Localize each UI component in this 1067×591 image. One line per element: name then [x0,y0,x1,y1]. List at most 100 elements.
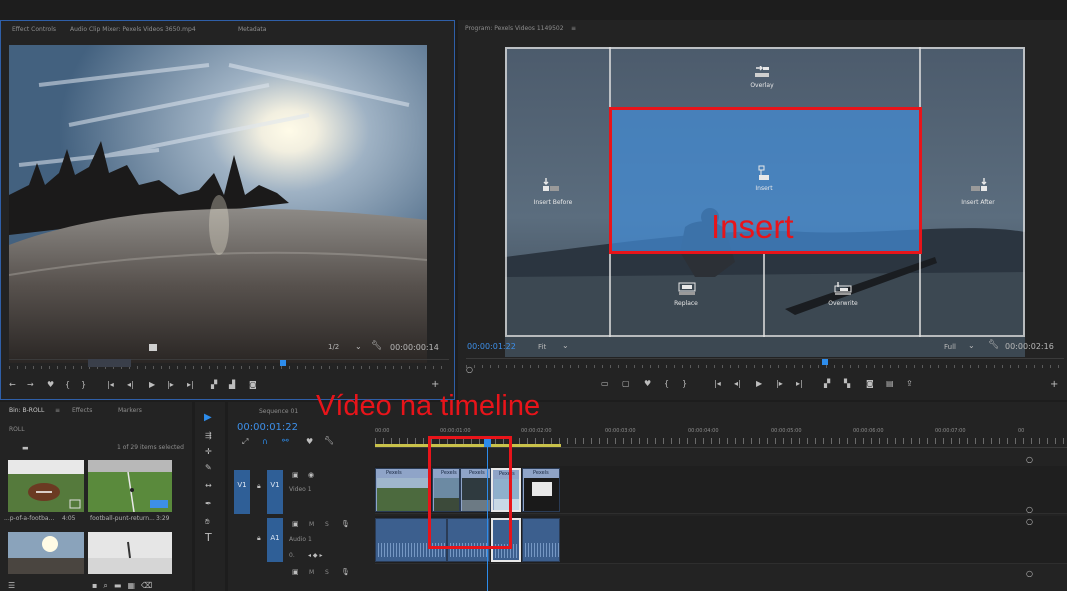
ripple-edit-tool-icon[interactable]: ✛ [205,448,212,456]
compare-view-icon[interactable]: ▤ [886,380,894,388]
play-icon[interactable]: ▶ [149,381,155,389]
mark-in-icon[interactable]: ← [9,381,16,389]
tab-audio-clip-mixer[interactable]: Audio Clip Mixer: Pexels Videos 3650.mp4 [70,26,196,33]
program-marker-icon[interactable]: ♥ [644,380,651,388]
a1-keyframe-icon[interactable]: ◂ ◆ ▸ [308,552,322,560]
camera-icon[interactable]: ◙ [249,381,257,389]
nest-icon[interactable]: ⤢ [242,438,248,446]
timeline-marker-icon[interactable]: ♥ [306,438,313,446]
tab-metadata[interactable]: Metadata [238,26,266,33]
v1-eye-icon[interactable]: ◉ [308,471,314,479]
share-icon[interactable]: ⇪ [906,380,913,388]
safe-margins-icon[interactable]: ▭ [601,380,609,388]
program-go-out-icon[interactable]: ▸| [796,380,803,388]
thumbnail-sunset-snow[interactable] [8,532,84,574]
wrench-icon[interactable]: 🔧︎ [371,342,382,351]
insert-icon[interactable]: ▞ [211,381,217,389]
timeline-timecode[interactable]: 00:00:01:22 [237,422,298,433]
program-title[interactable]: Program: Pexels Videos 1149502 [465,25,564,32]
slip-tool-icon[interactable]: ↔ [205,482,212,490]
pen-tool-icon[interactable]: ✒ [205,500,212,508]
add-marker-icon[interactable]: ♥ [47,381,54,389]
a1-solo[interactable]: S [325,521,329,528]
chevron-down-icon[interactable]: ⌄ [355,343,362,351]
step-back-icon[interactable]: ◂| [127,381,134,389]
timeline-scroll-nub-2[interactable]: ○ [1026,506,1033,514]
a1-mute[interactable]: M [309,521,314,528]
track-target-v1[interactable]: V1 [234,470,250,514]
v1-toggle-output-icon[interactable]: ▣ [292,471,299,479]
bin-menu-icon[interactable]: ≡ [55,407,60,414]
program-add-button-icon[interactable]: + [1050,380,1058,390]
list-view-icon[interactable]: ☰ [8,582,15,590]
snap-icon[interactable]: ∩ [262,438,268,446]
go-to-out-icon[interactable]: } [81,381,86,389]
source-fraction[interactable]: 1/2 [328,343,339,351]
source-mini-timeline[interactable] [9,359,449,369]
add-button-icon[interactable]: + [431,380,439,390]
a1-toggle-icon[interactable]: ▣ [292,520,299,528]
settings-square-icon[interactable] [149,344,157,351]
program-go-in-icon[interactable]: |◂ [714,380,721,388]
thumbnail-football-field[interactable] [88,460,172,512]
tab-markers[interactable]: Markers [118,407,142,414]
program-wrench-icon[interactable]: 🔧︎ [988,341,999,350]
source-in-out-range[interactable] [88,359,131,367]
go-to-in-icon[interactable]: { [65,381,70,389]
a1-volume[interactable]: 0. [289,552,295,559]
timeline-scroll-nub-3[interactable]: ○ [1026,518,1033,526]
track-label-a1[interactable]: A1 [267,518,283,562]
program-step-forward-icon[interactable]: |▸ [776,380,783,388]
program-playhead[interactable] [822,359,828,365]
program-step-back-icon[interactable]: ◂| [734,380,741,388]
program-zoom-handle-icon[interactable]: ○ [466,366,473,374]
quality-select[interactable]: Full [944,343,956,351]
video-clip-5[interactable]: Pexels [522,468,560,512]
razor-tool-icon[interactable]: ✎ [205,464,212,472]
track-select-tool-icon[interactable]: ⇶ [205,432,212,440]
program-mini-timeline[interactable] [466,358,1064,368]
track-label-v1[interactable]: V1 [267,470,283,514]
a1-mic-icon[interactable]: 🎙︎ [341,520,350,528]
a2-toggle-icon[interactable]: ▣ [292,568,299,576]
program-menu-icon[interactable]: ≡ [571,25,576,32]
export-frame-icon[interactable]: ◙ [866,380,874,388]
lift-icon[interactable]: ▞ [824,380,830,388]
quality-chevron-icon[interactable]: ⌄ [968,342,975,350]
hand-tool-icon[interactable]: ✋︎ [205,518,210,526]
timeline-settings-icon[interactable]: 🔧︎ [324,437,334,445]
thumbnail-surfer[interactable] [88,532,172,574]
video-clip-1[interactable]: Pexels [375,468,431,512]
tab-sequence-01[interactable]: Sequence 01 [259,408,298,415]
tab-effect-controls[interactable]: Effect Controls [12,26,56,33]
tab-bin-b-roll[interactable]: Bin: B-ROLL [9,407,44,414]
timeline-scroll-nub-4[interactable]: ○ [1026,570,1033,578]
source-playhead[interactable] [280,360,286,366]
audio-clip-4[interactable] [522,518,560,562]
program-out-icon[interactable]: } [682,380,687,388]
thumbnail-football[interactable] [8,460,84,512]
extract-icon[interactable]: ▚ [844,380,850,388]
v1-lock-icon[interactable]: 🔒︎ [257,482,261,490]
mark-out-icon[interactable]: → [27,381,34,389]
zoom-fit-select[interactable]: Fit [538,343,546,351]
a2-mic-icon[interactable]: 🎙︎ [341,568,350,576]
display-mode-icon[interactable]: ▢ [622,380,630,388]
type-tool-icon[interactable]: T [205,532,212,543]
linked-selection-icon[interactable]: ⚯ [282,437,289,445]
overwrite-icon[interactable]: ▟ [229,381,235,389]
selection-tool-icon[interactable]: ▶ [204,413,212,423]
timeline-scroll-nub-1[interactable]: ○ [1026,456,1033,464]
folder-icon[interactable]: ▬ [22,444,29,452]
program-play-icon[interactable]: ▶ [756,380,762,388]
a1-lock-icon[interactable]: 🔒︎ [257,534,261,542]
project-toolbar-icons[interactable]: ▪⌕▬▦⌫ [92,582,158,590]
step-back-all-icon[interactable]: |◂ [107,381,114,389]
go-to-out-point-icon[interactable]: ▸| [187,381,194,389]
a2-solo[interactable]: S [325,569,329,576]
program-timecode-left[interactable]: 00:00:01:22 [467,342,516,351]
tab-effects[interactable]: Effects [72,407,92,414]
a2-mute[interactable]: M [309,569,314,576]
program-in-icon[interactable]: { [664,380,669,388]
fit-chevron-icon[interactable]: ⌄ [562,342,569,350]
